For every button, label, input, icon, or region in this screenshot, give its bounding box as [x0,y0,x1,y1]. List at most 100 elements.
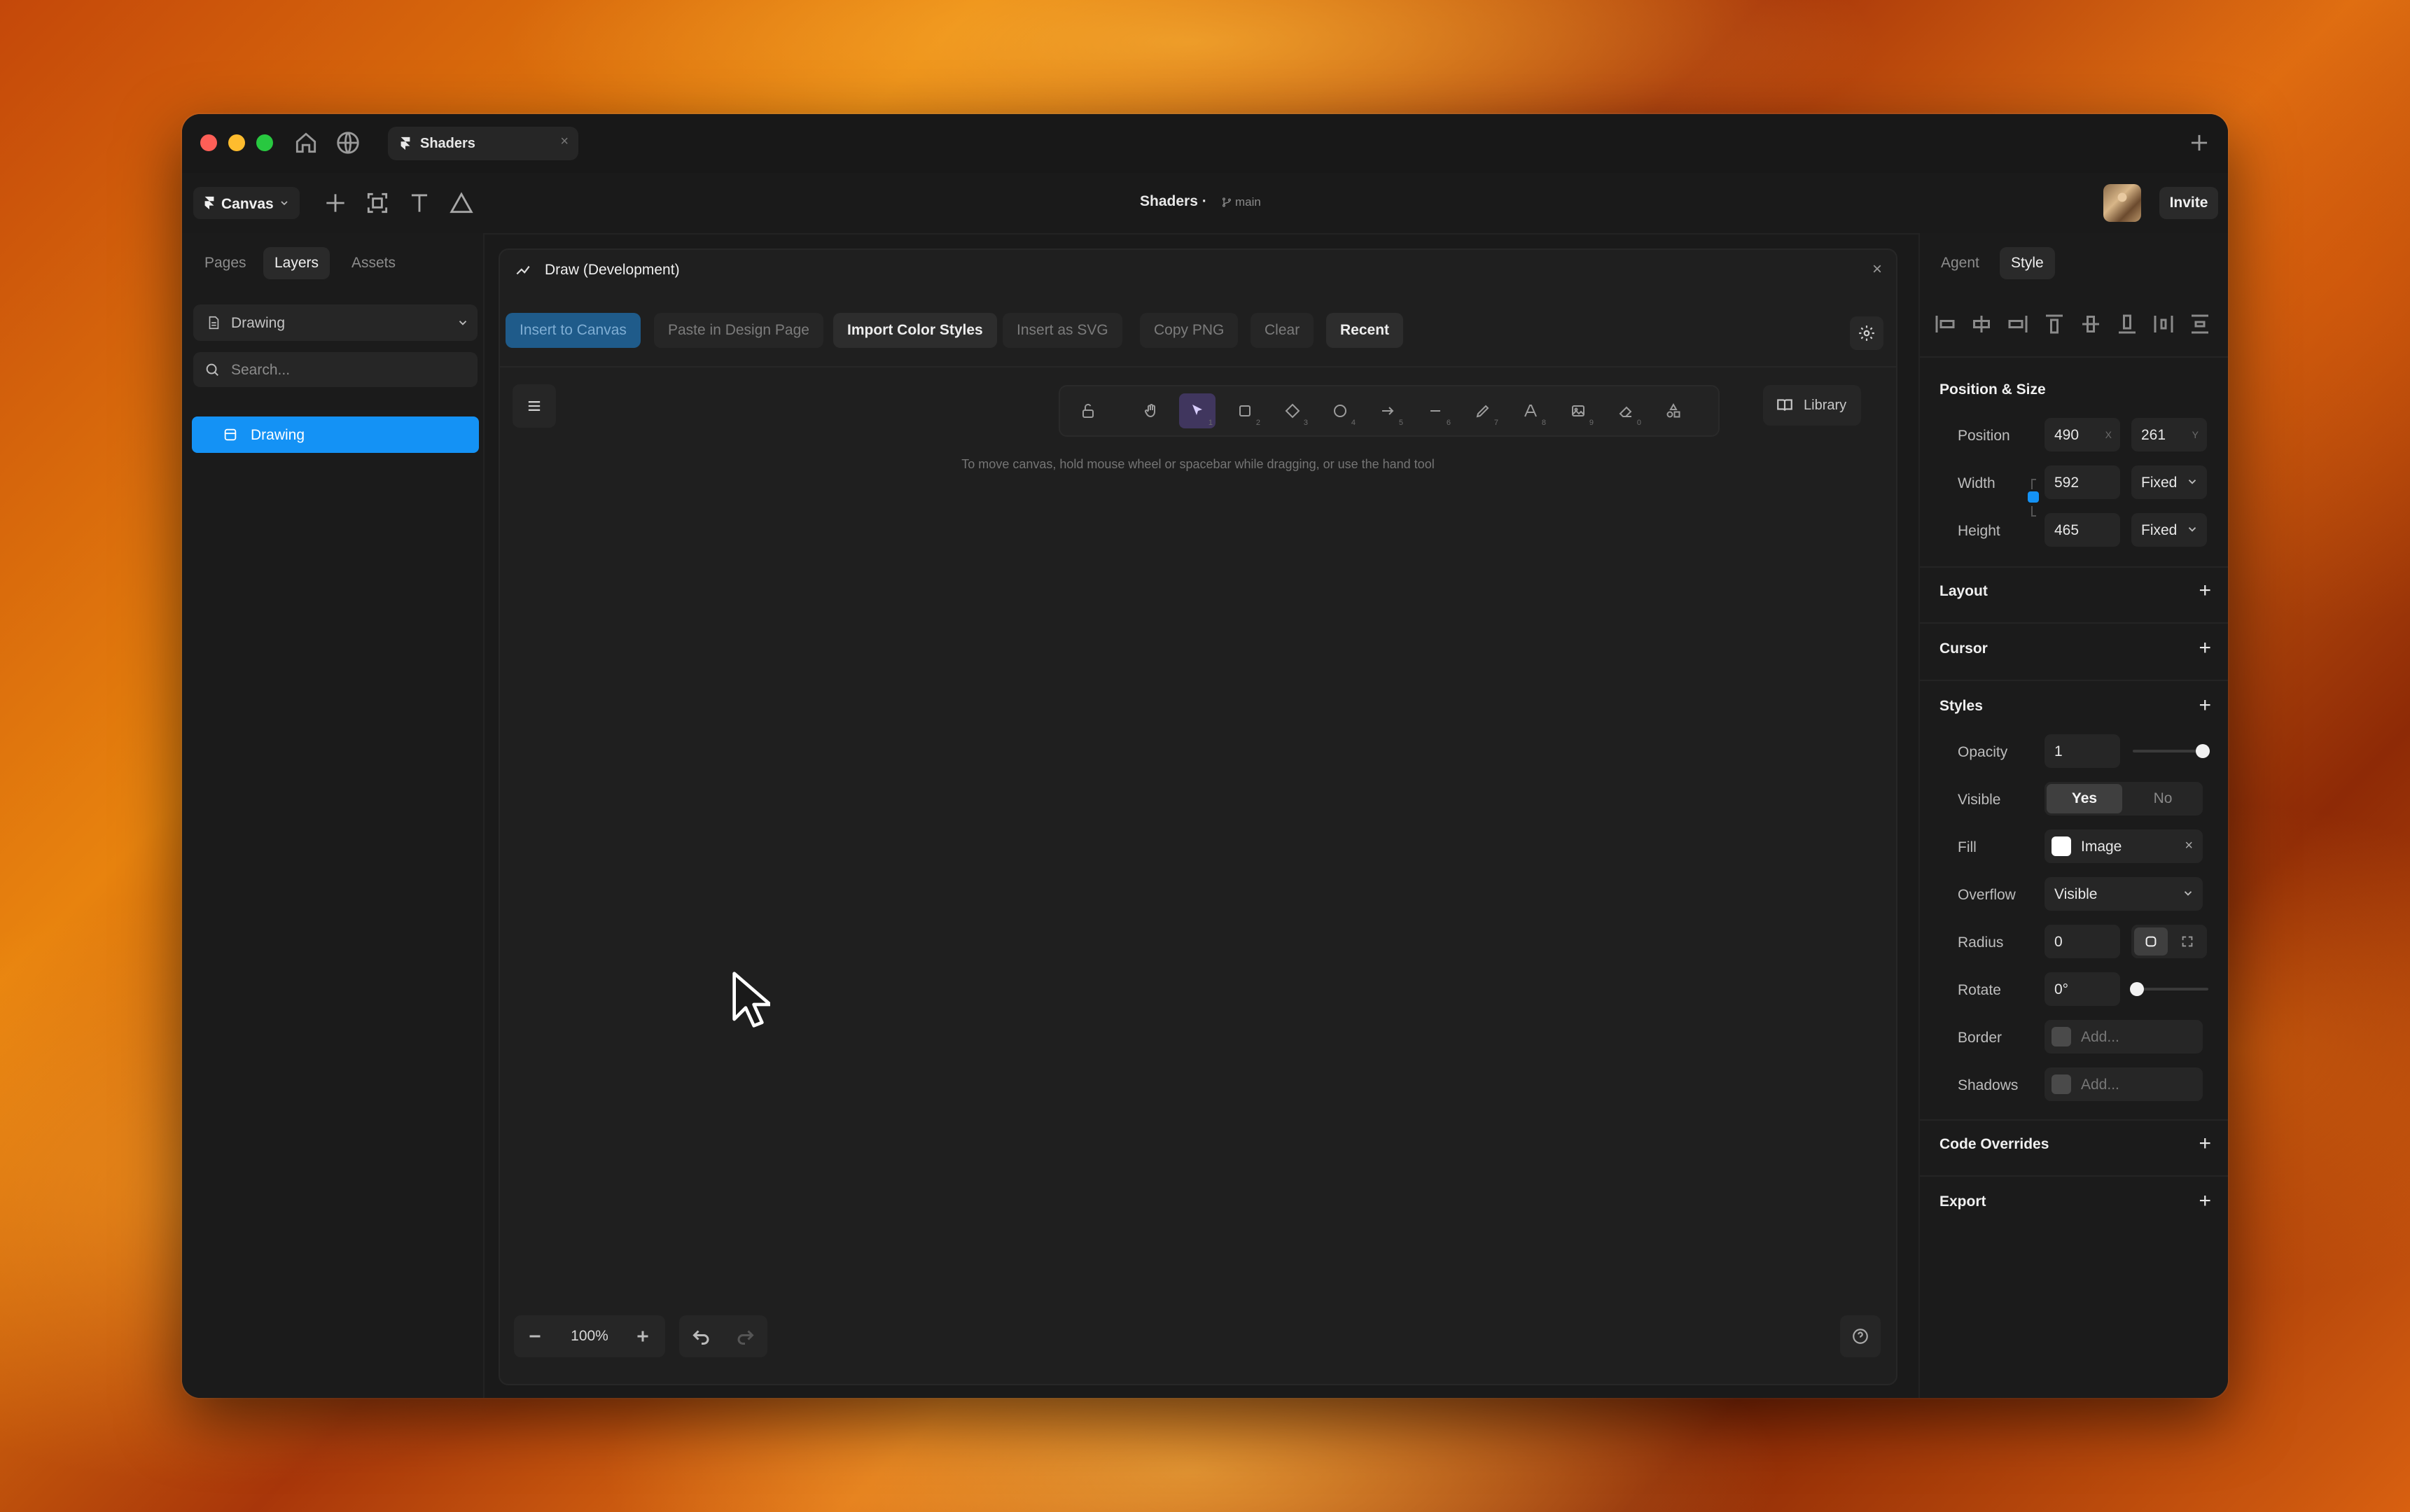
position-y-field[interactable]: 261 Y [2131,418,2207,451]
library-label: Library [1804,398,1847,413]
align-right-icon[interactable] [2005,312,2031,337]
radius-individual-button[interactable] [2171,927,2204,955]
framer-logo-icon [204,196,214,210]
insert-to-canvas-button[interactable]: Insert to Canvas [506,313,641,348]
position-x-field[interactable]: 490 X [2045,418,2120,451]
zoom-out-icon[interactable] [522,1324,548,1349]
width-mode-dropdown[interactable]: Fixed [2131,465,2207,499]
home-icon[interactable] [293,130,319,156]
ellipse-tool-button[interactable]: 4 [1322,393,1358,428]
export-title: Export [1939,1194,1986,1210]
shadows-field[interactable]: Add... [2045,1068,2203,1101]
border-field[interactable]: Add... [2045,1020,2203,1054]
tab-assets[interactable]: Assets [340,247,407,279]
add-style-button[interactable]: + [2199,695,2211,716]
opacity-field[interactable]: 1 [2045,734,2120,768]
text-tool-button[interactable]: 8 [1512,393,1549,428]
radius-field[interactable]: 0 [2045,925,2120,958]
opacity-slider[interactable] [2133,750,2203,752]
search-input[interactable] [230,360,464,380]
branch-label[interactable]: main [1235,195,1261,209]
remove-fill-icon[interactable]: × [2185,838,2193,854]
shapes-icon [1666,402,1680,418]
help-button[interactable] [1840,1315,1881,1357]
aspect-lock-icon[interactable] [2026,477,2040,519]
settings-button[interactable] [1850,316,1883,350]
height-field[interactable]: 465 [2045,513,2120,547]
invite-button[interactable]: Invite [2159,187,2218,219]
align-left-icon[interactable] [1932,312,1958,337]
eraser-tool-button[interactable]: 0 [1608,393,1644,428]
opacity-slider-knob[interactable] [2196,744,2210,758]
fill-field[interactable]: Image × [2045,830,2203,863]
canvas-menu-button[interactable]: Canvas [193,187,300,219]
new-tab-icon[interactable] [2186,130,2213,156]
clear-button[interactable]: Clear [1251,313,1314,348]
avatar[interactable] [2103,184,2141,222]
tab-pages[interactable]: Pages [193,247,258,279]
main-menu-button[interactable] [513,384,556,428]
align-center-horizontal-icon[interactable] [1969,312,1994,337]
frame-icon[interactable] [364,190,391,216]
overflow-dropdown[interactable]: Visible [2045,877,2203,911]
fill-swatch[interactable] [2052,836,2071,856]
rectangle-tool-button[interactable]: 2 [1227,393,1263,428]
tab-style[interactable]: Style [2000,247,2055,279]
minimize-window-button[interactable] [228,134,245,151]
rotate-slider[interactable] [2133,988,2208,990]
document-title[interactable]: Shaders · [1140,193,1207,210]
add-layout-button[interactable]: + [2199,580,2211,601]
insert-as-svg-button[interactable]: Insert as SVG [1003,313,1122,348]
pencil-tool-button[interactable]: 7 [1465,393,1501,428]
visible-no-button[interactable]: No [2125,784,2201,813]
page-select-dropdown[interactable]: Drawing [193,304,478,341]
paste-in-design-page-button[interactable]: Paste in Design Page [654,313,823,348]
width-field[interactable]: 592 [2045,465,2120,499]
maximize-window-button[interactable] [256,134,273,151]
lock-tool-button[interactable] [1070,393,1106,428]
plugin-close-button[interactable]: × [1872,260,1882,279]
globe-icon[interactable] [335,130,361,156]
rotate-slider-knob[interactable] [2130,982,2144,996]
add-code-override-button[interactable]: + [2199,1133,2211,1154]
align-center-vertical-icon[interactable] [2078,312,2103,337]
undo-icon[interactable] [689,1324,714,1349]
library-button[interactable]: Library [1763,385,1861,426]
drawing-toolbar: 1 2 3 4 5 6 7 8 9 0 [1059,385,1720,437]
vector-tool-icon[interactable] [448,190,475,216]
insert-icon[interactable] [322,190,349,216]
tab-layers[interactable]: Layers [263,247,330,279]
align-top-icon[interactable] [2042,312,2067,337]
layer-item[interactable]: Drawing [192,416,479,453]
height-mode-dropdown[interactable]: Fixed [2131,513,2207,547]
page-icon [209,316,219,330]
document-tab[interactable]: Shaders × [388,127,578,160]
diamond-tool-button[interactable]: 3 [1274,393,1311,428]
shapes-tool-button[interactable] [1655,393,1692,428]
copy-png-button[interactable]: Copy PNG [1140,313,1239,348]
tab-agent[interactable]: Agent [1930,247,1991,279]
redo-icon[interactable] [732,1324,758,1349]
visible-yes-button[interactable]: Yes [2047,784,2122,813]
distribute-horizontal-icon[interactable] [2151,312,2176,337]
recent-button[interactable]: Recent [1326,313,1404,348]
zoom-level[interactable]: 100% [562,1328,618,1345]
tab-close-button[interactable]: × [560,134,569,150]
import-color-styles-button[interactable]: Import Color Styles [833,313,997,348]
add-export-button[interactable]: + [2199,1191,2211,1212]
layer-search[interactable] [193,352,478,387]
add-cursor-button[interactable]: + [2199,638,2211,659]
rotate-field[interactable]: 0° [2045,972,2120,1006]
divider [1920,566,2228,568]
zoom-in-icon[interactable] [630,1324,655,1349]
align-bottom-icon[interactable] [2115,312,2140,337]
arrow-tool-button[interactable]: 5 [1370,393,1406,428]
distribute-vertical-icon[interactable] [2187,312,2213,337]
radius-uniform-button[interactable] [2134,927,2168,955]
line-tool-button[interactable]: 6 [1417,393,1454,428]
hand-tool-button[interactable] [1133,393,1169,428]
close-window-button[interactable] [200,134,217,151]
image-tool-button[interactable]: 9 [1560,393,1596,428]
text-tool-icon[interactable] [406,190,433,216]
select-tool-button[interactable]: 1 [1179,393,1216,428]
